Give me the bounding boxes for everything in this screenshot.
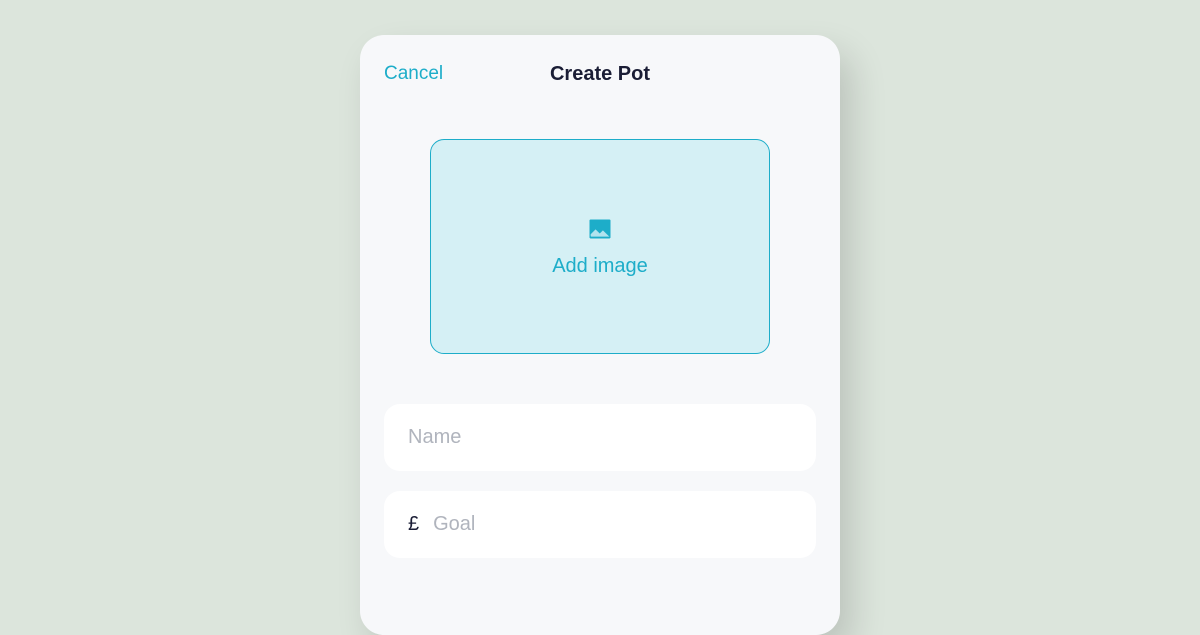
modal-header: Cancel Create Pot <box>384 59 816 89</box>
name-input[interactable] <box>408 426 792 449</box>
goal-input[interactable] <box>433 513 792 536</box>
currency-symbol: £ <box>408 513 419 536</box>
create-pot-modal: Cancel Create Pot Add image £ <box>360 35 840 635</box>
goal-field-wrapper: £ <box>384 491 816 558</box>
image-icon <box>586 215 614 243</box>
modal-title: Create Pot <box>550 63 650 86</box>
name-field-wrapper <box>384 404 816 471</box>
add-image-upload[interactable]: Add image <box>430 139 770 354</box>
cancel-button[interactable]: Cancel <box>384 63 443 85</box>
add-image-label: Add image <box>552 255 648 278</box>
